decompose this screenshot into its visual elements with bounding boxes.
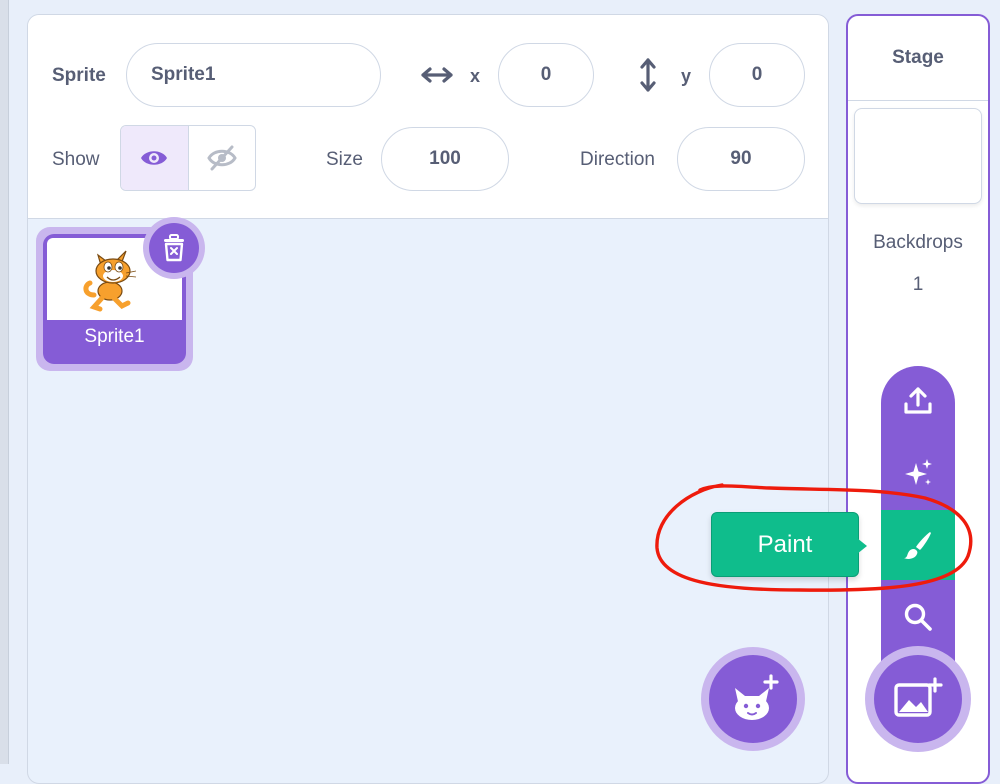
paint-tooltip-tail — [857, 538, 867, 554]
upload-icon — [904, 387, 932, 414]
sprite-label: Sprite — [52, 65, 106, 86]
paint-backdrop-button[interactable] — [881, 510, 955, 580]
choose-backdrop-button[interactable] — [865, 646, 971, 752]
direction-label: Direction — [580, 149, 655, 170]
show-label: Show — [52, 149, 100, 170]
scratch-cat-icon — [82, 250, 136, 312]
show-hidden-button[interactable] — [189, 126, 256, 190]
backdrops-label: Backdrops — [873, 232, 963, 253]
stage-title: Stage — [848, 16, 988, 101]
stage-thumbnail[interactable] — [854, 108, 982, 204]
upload-backdrop-button[interactable] — [881, 366, 955, 436]
size-label: Size — [326, 149, 363, 170]
show-visible-button[interactable] — [121, 126, 189, 190]
x-position-input[interactable]: 0 — [498, 43, 594, 107]
delete-sprite-button[interactable] — [143, 217, 205, 279]
y-position-input[interactable]: 0 — [709, 43, 805, 107]
sprite-pane: Sprite Sprite1 x 0 y 0 Show Size 100 Dir… — [27, 14, 829, 784]
left-panel-divider — [8, 0, 9, 764]
trash-icon — [164, 234, 184, 262]
eye-icon — [141, 151, 168, 165]
add-sprite-button[interactable] — [701, 647, 805, 751]
eye-slash-icon — [207, 145, 237, 171]
x-label: x — [470, 66, 481, 86]
backdrops-count: 1 — [912, 274, 924, 295]
sprite-info-panel: Sprite Sprite1 x 0 y 0 Show Size 100 Dir… — [28, 15, 828, 219]
direction-input[interactable]: 90 — [677, 127, 805, 191]
show-toggle-group — [120, 125, 256, 191]
paintbrush-icon — [904, 532, 931, 559]
surprise-backdrop-button[interactable] — [881, 438, 955, 508]
left-panel-edge — [0, 0, 8, 764]
vertical-arrows-icon — [640, 58, 656, 92]
add-backdrop-image-icon — [894, 677, 943, 717]
horizontal-arrows-icon — [421, 67, 453, 83]
sparkles-icon — [905, 459, 932, 485]
paint-tooltip: Paint — [711, 512, 859, 577]
backdrop-menu — [881, 366, 955, 686]
search-icon — [904, 603, 932, 631]
search-backdrop-button[interactable] — [881, 582, 955, 652]
y-label: y — [681, 66, 692, 86]
add-sprite-cat-icon — [735, 674, 779, 720]
sprite-name-input[interactable]: Sprite1 — [126, 43, 381, 107]
size-input[interactable]: 100 — [381, 127, 509, 191]
sprite-tile-name: Sprite1 — [84, 326, 145, 347]
